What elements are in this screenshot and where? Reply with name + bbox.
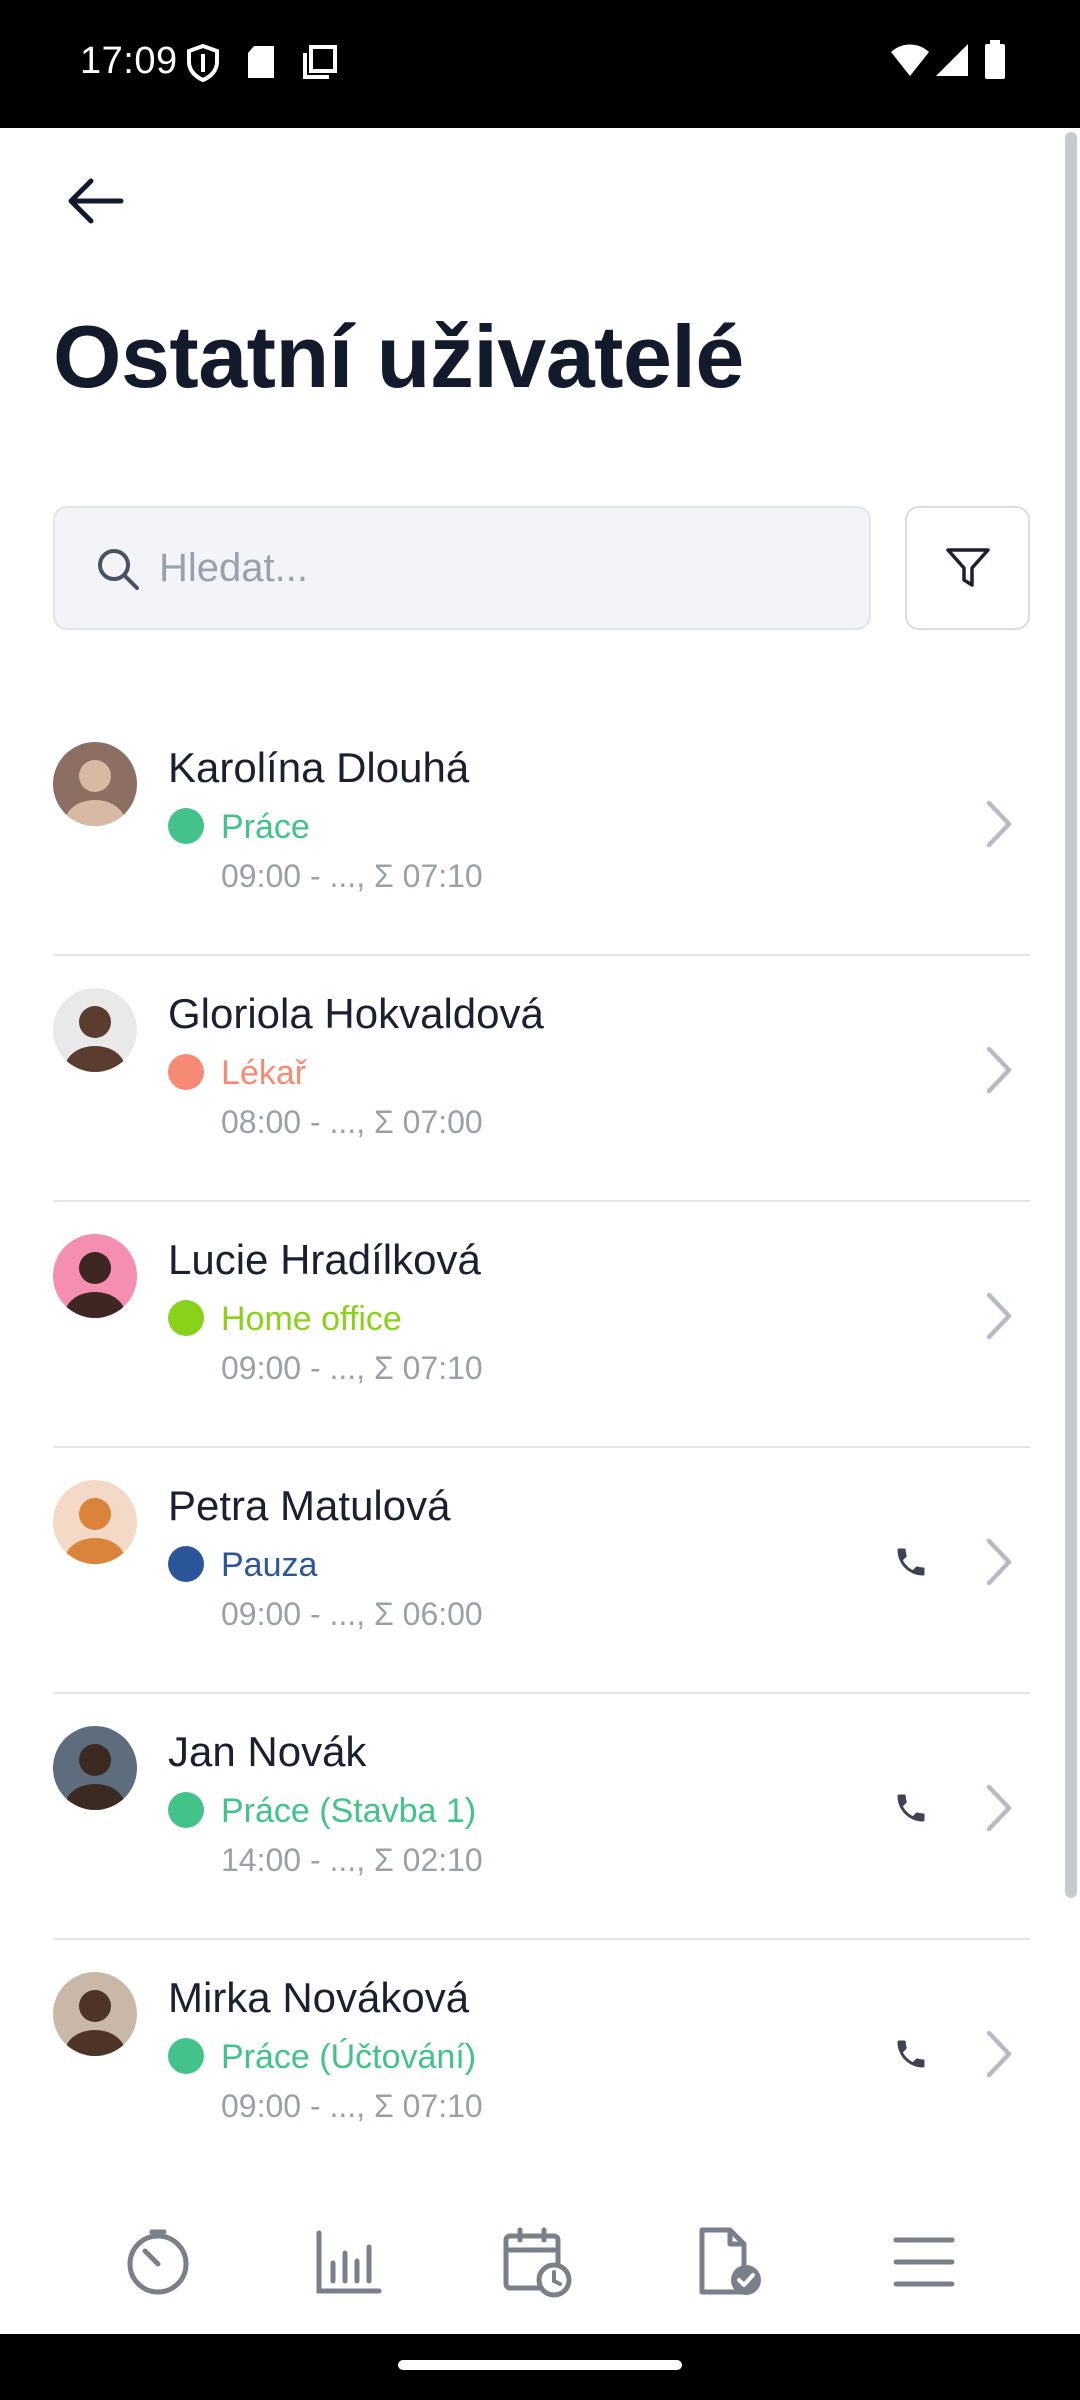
call-button[interactable] xyxy=(881,2024,941,2084)
chevron-right-icon[interactable] xyxy=(973,1040,1023,1100)
arrow-left-icon xyxy=(68,178,124,224)
timer-icon xyxy=(127,2229,189,2295)
user-name: Jan Novák xyxy=(168,1728,367,1775)
chevron-right-icon[interactable] xyxy=(973,1778,1023,1838)
status-dot xyxy=(168,1054,204,1090)
call-button[interactable] xyxy=(881,1532,941,1592)
avatar xyxy=(53,1726,137,1810)
bottom-nav xyxy=(0,2174,1080,2334)
status-time: 17:09 xyxy=(80,40,178,82)
sd-card-icon xyxy=(246,44,276,85)
status-dot xyxy=(168,1546,204,1582)
page-title: Ostatní uživatelé xyxy=(53,307,744,406)
user-time: 14:00 - ..., Σ 02:10 xyxy=(221,1842,483,1878)
user-time: 08:00 - ..., Σ 07:00 xyxy=(221,1104,483,1140)
avatar xyxy=(53,742,137,826)
status-label: Lékař xyxy=(221,1054,307,1092)
user-list-item[interactable]: Mirka Nováková Práce (Účtování) 09:00 - ..… xyxy=(53,1940,1030,2186)
call-button[interactable] xyxy=(881,1778,941,1838)
status-label: Práce (Stavba 1) xyxy=(221,1792,477,1830)
avatar xyxy=(53,1972,137,2056)
chevron-right-icon[interactable] xyxy=(973,794,1023,854)
user-name: Mirka Nováková xyxy=(168,1974,470,2021)
user-name: Gloriola Hokvaldová xyxy=(168,990,544,1037)
user-list-item[interactable]: Karolína Dlouhá Práce 09:00 - ..., Σ 07:10 xyxy=(53,710,1030,956)
chevron-right-icon[interactable] xyxy=(973,1286,1023,1346)
search-box[interactable] xyxy=(53,506,871,630)
stats-icon xyxy=(316,2230,382,2294)
avatar xyxy=(53,1480,137,1564)
user-name: Lucie Hradílková xyxy=(168,1236,481,1283)
status-label: Práce (Účtování) xyxy=(221,2038,477,2076)
user-time: 09:00 - ..., Σ 07:10 xyxy=(221,1350,483,1386)
shield-icon xyxy=(186,43,220,87)
nav-calendar[interactable] xyxy=(500,2224,576,2300)
search-input[interactable] xyxy=(159,532,839,604)
search-icon xyxy=(95,546,141,597)
nav-timer[interactable] xyxy=(120,2224,196,2300)
nav-menu[interactable] xyxy=(886,2224,962,2300)
status-dot xyxy=(168,2038,204,2074)
chevron-right-icon[interactable] xyxy=(973,1532,1023,1592)
user-name: Karolína Dlouhá xyxy=(168,744,470,791)
phone-icon xyxy=(897,1548,925,1576)
user-time: 09:00 - ..., Σ 07:10 xyxy=(221,2088,483,2124)
avatar xyxy=(53,988,137,1072)
screenshot-icon xyxy=(302,44,338,85)
calendar-clock-icon xyxy=(503,2227,572,2298)
status-label: Pauza xyxy=(221,1546,318,1584)
status-label: Home office xyxy=(221,1300,402,1338)
user-list-item[interactable]: Petra Matulová Pauza 09:00 - ..., Σ 06:00 xyxy=(53,1448,1030,1694)
status-dot xyxy=(168,1300,204,1336)
phone-icon xyxy=(897,1794,925,1822)
menu-icon xyxy=(893,2237,955,2287)
user-list: Karolína Dlouhá Práce 09:00 - ..., Σ 07:10… xyxy=(53,710,1030,2186)
chevron-right-icon[interactable] xyxy=(973,2024,1023,2084)
screen: Ostatní uživatelé Karolína Dlouhá Práce 09… xyxy=(0,128,1080,2334)
nav-stats[interactable] xyxy=(310,2224,386,2300)
user-list-item[interactable]: Gloriola Hokvaldová Lékař 08:00 - ..., Σ 0… xyxy=(53,956,1030,1202)
nav-documents[interactable] xyxy=(692,2224,768,2300)
wifi-icon xyxy=(890,40,930,85)
phone-icon xyxy=(897,2040,925,2068)
user-name: Petra Matulová xyxy=(168,1482,451,1529)
filter-icon xyxy=(945,548,990,587)
document-check-icon xyxy=(699,2227,761,2295)
gesture-area xyxy=(0,2334,1080,2400)
user-list-item[interactable]: Lucie Hradílková Home office 09:00 - ..., … xyxy=(53,1202,1030,1448)
user-list-item[interactable]: Jan Novák Práce (Stavba 1) 14:00 - ..., Σ … xyxy=(53,1694,1030,1940)
signal-icon xyxy=(934,40,970,85)
user-time: 09:00 - ..., Σ 07:10 xyxy=(221,858,483,894)
scrollbar[interactable] xyxy=(1065,132,1077,1898)
user-time: 09:00 - ..., Σ 06:00 xyxy=(221,1596,483,1632)
status-dot xyxy=(168,1792,204,1828)
status-label: Práce xyxy=(221,808,310,846)
filter-button[interactable] xyxy=(905,506,1030,630)
status-bar: 17:09 xyxy=(0,0,1080,128)
home-gesture-handle[interactable] xyxy=(398,2360,682,2370)
status-dot xyxy=(168,808,204,844)
battery-icon xyxy=(984,40,1006,85)
back-button[interactable] xyxy=(52,158,138,244)
avatar xyxy=(53,1234,137,1318)
